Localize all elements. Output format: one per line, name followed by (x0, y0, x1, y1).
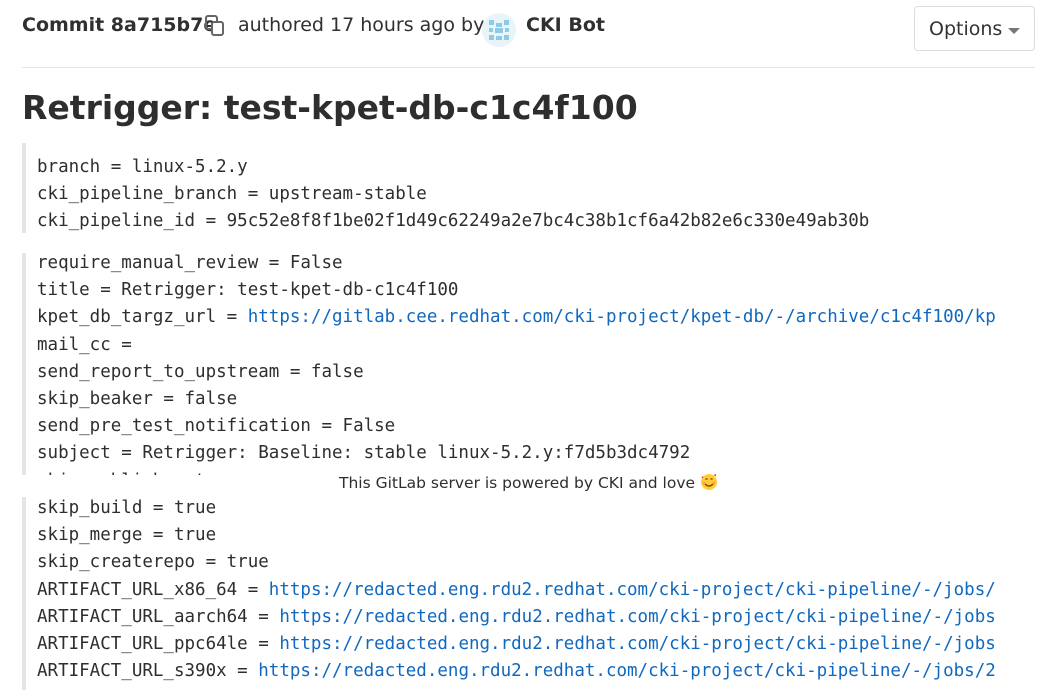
page-title: Retrigger: test-kpet-db-c1c4f100 (22, 88, 638, 127)
options-button[interactable]: Options (914, 6, 1035, 51)
config-line-text: require_manual_review = False (37, 253, 343, 273)
config-line-text: ARTIFACT_URL_aarch64 = (37, 606, 280, 627)
options-label: Options (929, 18, 1003, 40)
config-line-text: skip_merge = true (37, 525, 217, 546)
header-divider (22, 67, 1035, 68)
config-line-link[interactable]: https://redacted.eng.rdu2.redhat.com/cki… (279, 607, 995, 627)
config-line: mail_cc = (37, 334, 132, 356)
config-line-text: ARTIFACT_URL_ppc64le = (37, 634, 280, 654)
commit-label: Commit 8a715b7e (22, 14, 217, 36)
config-line-text: send_report_to_upstream = false (37, 361, 364, 382)
config-line: cki_pipeline_id = 95c52e8f8f1be02f1d49c6… (37, 210, 869, 232)
config-line-text: cki_pipeline_id = 95c52e8f8f1be02f1d49c6… (37, 211, 870, 232)
footer-message-text: This GitLab server is powered by CKI and… (338, 474, 696, 492)
config-line: ARTIFACT_URL_aarch64 = https://redacted.… (37, 606, 996, 628)
config-line: skip_merge = true (37, 524, 216, 546)
config-line: require_manual_review = False (37, 253, 343, 274)
config-line-link[interactable]: https://redacted.eng.rdu2.redhat.com/cki… (269, 580, 996, 600)
config-line: title = Retrigger: test-kpet-db-c1c4f100 (37, 279, 458, 301)
config-line-link[interactable]: https://redacted.eng.rdu2.redhat.com/cki… (279, 634, 995, 654)
author-name-link[interactable]: CKI Bot (526, 14, 605, 36)
config-line: cki_pipeline_branch = upstream-stable (37, 183, 427, 205)
config-line-text: subject = Retrigger: Baseline: stable li… (37, 443, 691, 464)
config-line-text: cki_pipeline_branch = upstream-stable (37, 184, 427, 205)
avatar[interactable] (482, 13, 516, 47)
config-line-text: mail_cc = (37, 334, 132, 355)
config-line-text: send_pre_test_notification = False (37, 416, 396, 437)
authored-text: authored 17 hours ago by (238, 14, 485, 36)
config-line-text: title = Retrigger: test-kpet-db-c1c4f100 (37, 280, 459, 301)
copy-icon[interactable] (203, 14, 227, 38)
config-line-text: ARTIFACT_URL_x86_64 = (37, 579, 269, 600)
smiling-face-with-hearts-icon (700, 473, 718, 491)
commit-header: Commit 8a715b7e authored 17 hours ago by… (22, 0, 1035, 62)
config-line-text: kpet_db_targz_url = (37, 307, 248, 328)
config-line-link[interactable]: https://redacted.eng.rdu2.redhat.com/cki… (258, 661, 996, 681)
config-line: branch = linux-5.2.y (37, 156, 248, 178)
config-line: skip_beaker = false (37, 388, 237, 410)
chevron-down-icon (1008, 28, 1020, 34)
config-line-link[interactable]: https://gitlab.cee.redhat.com/cki-projec… (248, 307, 996, 327)
commit-message-block-3: skip_build = true skip_merge = true skip_c… (22, 497, 1057, 690)
config-line-text: branch = linux-5.2.y (37, 157, 248, 177)
config-line: ARTIFACT_URL_ppc64le = https://redacted.… (37, 633, 996, 655)
config-line: skip_createrepo = true (37, 551, 269, 573)
config-line: skip_build = true (37, 497, 216, 519)
config-line: subject = Retrigger: Baseline: stable li… (37, 442, 690, 464)
config-line-text: skip_beaker = false (37, 389, 238, 409)
commit-message-block-2: require_manual_review = False title = Ret… (22, 253, 1057, 475)
config-line: ARTIFACT_URL_s390x = https://redacted.en… (37, 660, 996, 682)
config-line-text: skip_createrepo = true (37, 552, 269, 573)
config-line-text: ARTIFACT_URL_s390x = (37, 661, 259, 682)
config-line-text: skip_build = true (37, 498, 217, 518)
config-line: send_report_to_upstream = false (37, 361, 364, 383)
config-line: ARTIFACT_URL_x86_64 = https://redacted.e… (37, 579, 996, 601)
config-line: send_pre_test_notification = False (37, 415, 395, 437)
footer-message: This GitLab server is powered by CKI and… (0, 473, 1057, 492)
commit-message-block-1: branch = linux-5.2.y cki_pipeline_branch … (22, 143, 1057, 233)
config-line: kpet_db_targz_url = https://gitlab.cee.r… (37, 306, 996, 328)
